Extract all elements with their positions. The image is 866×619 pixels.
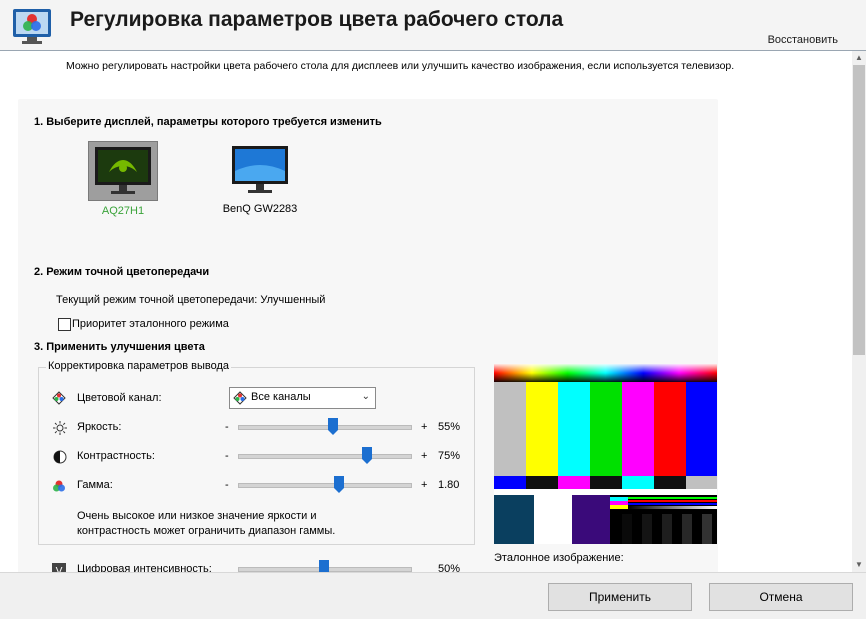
brightness-slider-track[interactable]: [238, 425, 412, 430]
restore-link[interactable]: Восстановить: [768, 34, 838, 46]
chevron-down-icon: ⌄: [361, 391, 370, 402]
vertical-scrollbar[interactable]: ▲ ▼: [852, 51, 866, 572]
page-title: Регулировка параметров цвета рабочего ст…: [70, 8, 564, 31]
gamma-value: 1.80: [438, 479, 460, 491]
color-channel-select[interactable]: Все каналы ⌄: [229, 387, 376, 409]
brightness-slider-thumb[interactable]: [327, 418, 338, 435]
apply-button[interactable]: Применить: [548, 583, 692, 611]
brightness-label: Яркость:: [77, 421, 122, 433]
gamma-minus: -: [225, 479, 229, 491]
monitor-icon: [226, 141, 294, 199]
reference-image-label: Эталонное изображение:: [494, 552, 624, 564]
display-item-benq[interactable]: BenQ GW2283: [215, 141, 305, 215]
reference-test-image: [494, 364, 717, 544]
gamma-slider-track[interactable]: [238, 483, 412, 488]
brightness-value: 55%: [438, 421, 461, 433]
brightness-icon: [53, 421, 67, 435]
contrast-plus: +: [421, 450, 428, 462]
contrast-minus: -: [225, 450, 229, 462]
section1-title: 1. Выберите дисплей, параметры которого …: [34, 116, 382, 128]
contrast-value: 75%: [438, 450, 461, 462]
vibrance-value: 50%: [438, 563, 461, 572]
reference-priority-label: Приоритет эталонного режима: [72, 318, 229, 330]
vibrance-label: Цифровая интенсивность:: [77, 563, 212, 572]
color-settings-icon: [13, 9, 51, 44]
contrast-label: Контрастность:: [77, 450, 155, 462]
color-channel-value: Все каналы: [251, 391, 311, 403]
monitor-icon: [88, 141, 158, 201]
color-channel-icon: [52, 391, 66, 405]
reference-priority-checkbox[interactable]: [58, 318, 71, 331]
contrast-icon: [53, 450, 67, 464]
scroll-down-arrow-icon[interactable]: ▼: [852, 558, 866, 572]
section3-title: 3. Применить улучшения цвета: [34, 341, 205, 353]
gamma-slider-thumb[interactable]: [334, 476, 345, 493]
group-title: Корректировка параметров вывода: [46, 360, 231, 372]
footer-bar: Применить Отмена: [0, 572, 866, 619]
display-item-aq27h1[interactable]: AQ27H1: [78, 141, 168, 217]
color-channel-icon: [233, 391, 247, 405]
gamma-plus: +: [421, 479, 428, 491]
contrast-slider-track[interactable]: [238, 454, 412, 459]
content-area: 1. Выберите дисплей, параметры которого …: [0, 51, 852, 572]
range-warning-note: Очень высокое или низкое значение яркост…: [77, 510, 336, 537]
gamma-label: Гамма:: [77, 479, 113, 491]
brightness-plus: +: [421, 421, 428, 433]
current-mode-text: Текущий режим точной цветопередачи: Улуч…: [56, 294, 326, 306]
color-channel-label: Цветовой канал:: [77, 392, 162, 404]
scroll-up-arrow-icon[interactable]: ▲: [852, 51, 866, 65]
scrollbar-thumb[interactable]: [853, 65, 865, 355]
vibrance-icon: V: [52, 563, 66, 572]
brightness-minus: -: [225, 421, 229, 433]
contrast-slider-thumb[interactable]: [362, 447, 372, 464]
cancel-button[interactable]: Отмена: [709, 583, 853, 611]
section2-title: 2. Режим точной цветопередачи: [34, 266, 210, 278]
header: Регулировка параметров цвета рабочего ст…: [0, 0, 866, 50]
display-name: AQ27H1: [101, 205, 145, 217]
display-name: BenQ GW2283: [222, 203, 298, 215]
gamma-icon: [53, 480, 65, 492]
vibrance-slider-thumb[interactable]: [319, 560, 329, 572]
